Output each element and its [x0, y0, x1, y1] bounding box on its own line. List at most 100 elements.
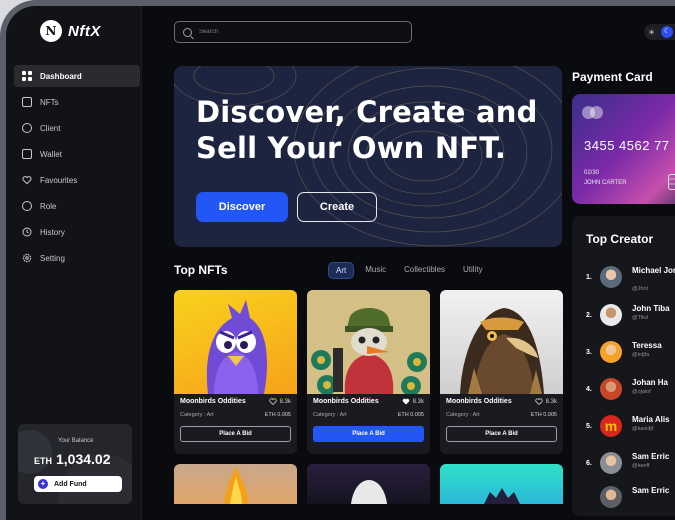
- shield-icon: [22, 201, 32, 211]
- place-bid-button[interactable]: Place A Bid: [313, 426, 424, 442]
- sidebar-item-client[interactable]: Client: [14, 117, 140, 139]
- nft-card[interactable]: Moonbirds Oddities 8.3k Category : Art E…: [307, 290, 430, 454]
- filter-collectibles[interactable]: Collectibles: [397, 262, 452, 279]
- add-fund-button[interactable]: + Add Fund: [34, 476, 122, 492]
- heart-icon: [22, 175, 32, 185]
- card-brand-icon: [582, 106, 606, 120]
- creator-item[interactable]: 5. m Maria Alis @kasidjf: [586, 413, 675, 443]
- category-filters: Art Music Collectibles Utility: [328, 262, 490, 279]
- creator-item[interactable]: 4. Johan Ha @ojaiof: [586, 376, 675, 406]
- app-window: N NftX Dashboard NFTs Client Wallet: [0, 0, 675, 520]
- nft-category: Category : Art: [180, 412, 214, 418]
- gear-icon: [22, 253, 32, 263]
- sidebar-item-label: Favourites: [40, 176, 77, 185]
- balance-card: Your Balance ETH 1,034.02 + Add Fund: [18, 424, 132, 504]
- creator-handle: @ojaiof: [632, 389, 651, 395]
- logo-mark: N: [40, 20, 62, 42]
- nft-name: Moonbirds Oddities: [446, 398, 512, 405]
- moon-icon[interactable]: ☾: [661, 26, 673, 38]
- hero-title-line2: Sell Your Own NFT.: [196, 130, 538, 166]
- card-expiry: 02/30: [584, 170, 599, 176]
- place-bid-button[interactable]: Place A Bid: [446, 426, 557, 442]
- nft-likes[interactable]: 8.3k: [402, 398, 424, 405]
- heart-icon: [535, 398, 543, 405]
- nft-card-image-partial[interactable]: [307, 464, 430, 504]
- filter-music[interactable]: Music: [358, 262, 393, 279]
- nft-price: ETH 0.005: [265, 412, 291, 418]
- sidebar-item-label: History: [40, 228, 65, 237]
- creator-item[interactable]: 2. John Tiba @Tlkd: [586, 302, 675, 332]
- creator-item[interactable]: Sam Erric: [586, 484, 675, 514]
- logo[interactable]: N NftX: [40, 20, 101, 42]
- sidebar-item-dashboard[interactable]: Dashboard: [14, 65, 140, 87]
- creator-handle: @kasidjf: [632, 426, 653, 432]
- nft-likes[interactable]: 8.3k: [535, 398, 557, 405]
- sidebar-item-favourites[interactable]: Favourites: [14, 169, 140, 191]
- filter-art[interactable]: Art: [328, 262, 354, 279]
- nft-card-image-partial[interactable]: [174, 464, 297, 504]
- sidebar-item-wallet[interactable]: Wallet: [14, 143, 140, 165]
- grid-icon: [22, 71, 32, 81]
- balance-amount: 1,034.02: [56, 451, 111, 467]
- avatar: [600, 452, 622, 474]
- logo-text: NftX: [68, 23, 101, 40]
- filter-utility[interactable]: Utility: [456, 262, 490, 279]
- hero-banner: Discover, Create and Sell Your Own NFT. …: [174, 66, 562, 247]
- payment-card[interactable]: 3455 4562 77 02/30 JOHN CARTER: [572, 94, 675, 204]
- nft-category: Category : Art: [446, 412, 480, 418]
- place-bid-button[interactable]: Place A Bid: [180, 426, 291, 442]
- top-creator-panel: Top Creator 1. Michael Jordan @Jhnt 2. J…: [572, 216, 675, 516]
- nft-card[interactable]: Moonbirds Oddities 8.3k Category : Art E…: [440, 290, 563, 454]
- balance-label: Your Balance: [58, 438, 93, 444]
- balance-currency: ETH: [34, 456, 52, 466]
- sidebar-item-setting[interactable]: Setting: [14, 247, 140, 269]
- search-icon: [183, 28, 192, 37]
- search-input[interactable]: [199, 29, 379, 35]
- sidebar-item-label: Dashboard: [40, 72, 82, 81]
- plus-icon: +: [38, 479, 48, 489]
- card-number: 3455 4562 77: [584, 138, 670, 153]
- creator-name: Michael Jordan: [632, 266, 675, 275]
- clock-icon: [22, 227, 32, 237]
- creator-name: Johan Ha: [632, 378, 675, 387]
- creator-rank: 1.: [586, 274, 592, 281]
- heart-icon: [402, 398, 410, 405]
- nft-price: ETH 0.005: [531, 412, 557, 418]
- sun-icon[interactable]: ☀: [648, 28, 655, 37]
- nft-image[interactable]: [307, 290, 430, 394]
- sidebar-item-nfts[interactable]: NFTs: [14, 91, 140, 113]
- nft-likes-count: 8.3k: [546, 399, 557, 405]
- payment-card-title: Payment Card: [572, 70, 653, 84]
- search-bar[interactable]: [174, 21, 412, 43]
- heart-icon: [269, 398, 277, 405]
- nft-card-image-partial[interactable]: [440, 464, 563, 504]
- avatar: [600, 266, 622, 288]
- card-holder: JOHN CARTER: [584, 180, 627, 186]
- creator-handle: @Tlkd: [632, 315, 648, 321]
- creator-item[interactable]: 6. Sam Erric @keeff: [586, 450, 675, 480]
- nft-card[interactable]: Moonbirds Oddities 8.3k Category : Art E…: [174, 290, 297, 454]
- nft-likes[interactable]: 8.3k: [269, 398, 291, 405]
- hero-title: Discover, Create and Sell Your Own NFT.: [196, 94, 538, 166]
- clipboard-icon: [22, 97, 32, 107]
- nft-image[interactable]: [174, 290, 297, 394]
- sidebar-item-role[interactable]: Role: [14, 195, 140, 217]
- discover-button[interactable]: Discover: [196, 192, 288, 222]
- creator-name: Maria Alis: [632, 415, 675, 424]
- creator-rank: 3.: [586, 349, 592, 356]
- creator-name: Teressa: [632, 341, 675, 350]
- wallet-icon: [22, 149, 32, 159]
- creator-item[interactable]: 1. Michael Jordan @Jhnt: [586, 264, 675, 294]
- sidebar-item-label: Wallet: [40, 150, 62, 159]
- creator-handle: @Jhnt: [632, 286, 648, 292]
- nft-image[interactable]: [440, 290, 563, 394]
- top-nfts-title: Top NFTs: [174, 263, 228, 277]
- avatar: m: [600, 415, 622, 437]
- sidebar-item-history[interactable]: History: [14, 221, 140, 243]
- theme-toggle[interactable]: ☀ ☾: [644, 24, 675, 40]
- create-button[interactable]: Create: [297, 192, 377, 222]
- creator-item[interactable]: 3. Teressa @kdjfa: [586, 339, 675, 369]
- nft-price: ETH 0.005: [398, 412, 424, 418]
- creator-name: John Tiba: [632, 304, 675, 313]
- creator-name: Sam Erric: [632, 452, 675, 461]
